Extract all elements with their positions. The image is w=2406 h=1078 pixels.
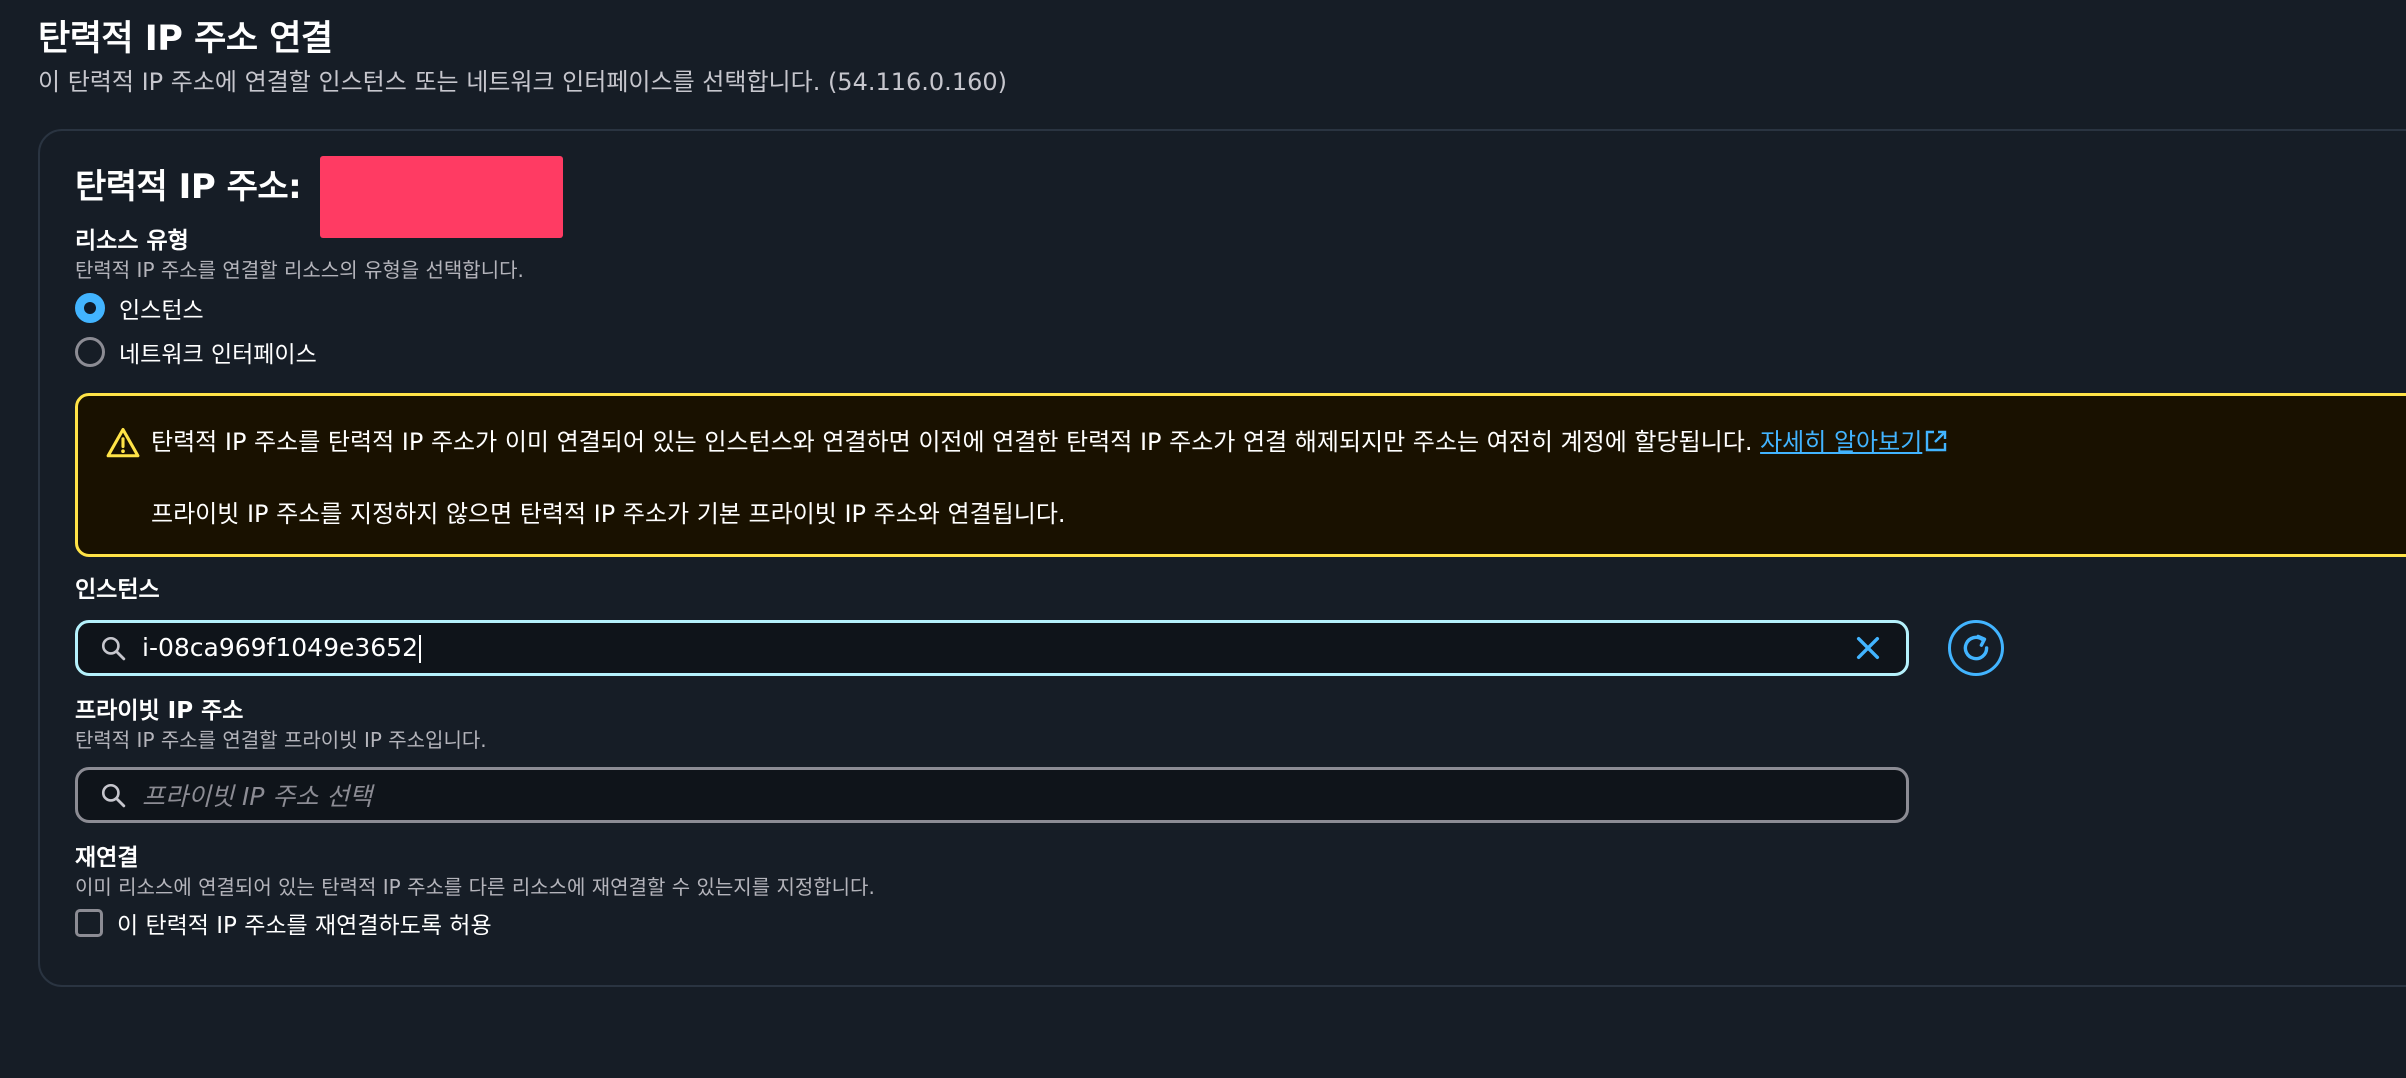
instance-id-text[interactable]: i-08ca969f1049e3652 [142,633,418,662]
allow-reassociation-label: 이 탄력적 IP 주소를 재연결하도록 허용 [117,913,492,939]
private-ip-placeholder[interactable]: 프라이빗 IP 주소 선택 [142,777,1906,813]
panel-title-row: 탄력적 IP 주소: [75,151,563,238]
radio-option-instance[interactable]: 인스턴스 [75,286,524,330]
alert-message-line1: 탄력적 IP 주소를 탄력적 IP 주소가 이미 연결되어 있는 인스턴스와 연… [151,424,1948,460]
private-ip-label: 프라이빗 IP 주소 [75,698,244,724]
warning-alert: 탄력적 IP 주소를 탄력적 IP 주소가 이미 연결되어 있는 인스턴스와 연… [75,393,2406,557]
reassociation-description: 이미 리소스에 연결되어 있는 탄력적 IP 주소를 다른 리소스에 재연결할 … [75,875,875,899]
page-description: 이 탄력적 IP 주소에 연결할 인스턴스 또는 네트워크 인터페이스를 선택합… [38,68,1007,96]
resource-type-section: 리소스 유형 탄력적 IP 주소를 연결할 리소스의 유형을 선택합니다. 인스… [75,226,524,374]
allow-reassociation-option[interactable]: 이 탄력적 IP 주소를 재연결하도록 허용 [75,903,875,943]
external-link-icon[interactable] [1924,429,1948,453]
learn-more-label[interactable]: 자세히 알아보기 [1760,428,1922,456]
page-header: 탄력적 IP 주소 연결 이 탄력적 IP 주소에 연결할 인스턴스 또는 네트… [38,14,1007,100]
instance-label: 인스턴스 [75,577,160,603]
radio-instance[interactable] [75,293,105,323]
reassociation-label: 재연결 [75,845,139,871]
page-title: 탄력적 IP 주소 연결 [38,19,333,59]
instance-input-value[interactable]: i-08ca969f1049e3652 [142,633,1852,663]
refresh-button[interactable] [1948,620,2004,676]
radio-network-interface[interactable] [75,337,105,367]
radio-instance-label: 인스턴스 [119,298,204,324]
text-caret [419,635,421,663]
resource-type-label: 리소스 유형 [75,228,189,254]
refresh-icon [1963,634,1989,661]
reassociation-section: 재연결 이미 리소스에 연결되어 있는 탄력적 IP 주소를 다른 리소스에 재… [75,843,875,943]
clear-icon[interactable] [1852,632,1884,664]
instance-section: 인스턴스 [75,575,160,605]
resource-type-description: 탄력적 IP 주소를 연결할 리소스의 유형을 선택합니다. [75,258,524,282]
search-icon [101,636,126,661]
search-icon [101,783,126,808]
private-ip-description: 탄력적 IP 주소를 연결할 프라이빗 IP 주소입니다. [75,728,487,752]
learn-more-link[interactable]: 자세히 알아보기 [1760,428,1948,456]
instance-search-input[interactable]: i-08ca969f1049e3652 [75,620,1909,676]
radio-network-interface-label: 네트워크 인터페이스 [119,342,317,368]
panel-title: 탄력적 IP 주소: [75,167,302,207]
allow-reassociation-checkbox[interactable] [75,909,103,937]
association-panel: 탄력적 IP 주소: 리소스 유형 탄력적 IP 주소를 연결할 리소스의 유형… [38,129,2406,987]
alert-message-text: 탄력적 IP 주소를 탄력적 IP 주소가 이미 연결되어 있는 인스턴스와 연… [151,428,1753,456]
private-ip-section: 프라이빗 IP 주소 탄력적 IP 주소를 연결할 프라이빗 IP 주소입니다. [75,696,487,754]
radio-option-network-interface[interactable]: 네트워크 인터페이스 [75,330,524,374]
warning-icon [106,427,140,458]
alert-message-line2: 프라이빗 IP 주소를 지정하지 않으면 탄력적 IP 주소가 기본 프라이빗 … [151,500,1066,528]
private-ip-select[interactable]: 프라이빗 IP 주소 선택 [75,767,1909,823]
